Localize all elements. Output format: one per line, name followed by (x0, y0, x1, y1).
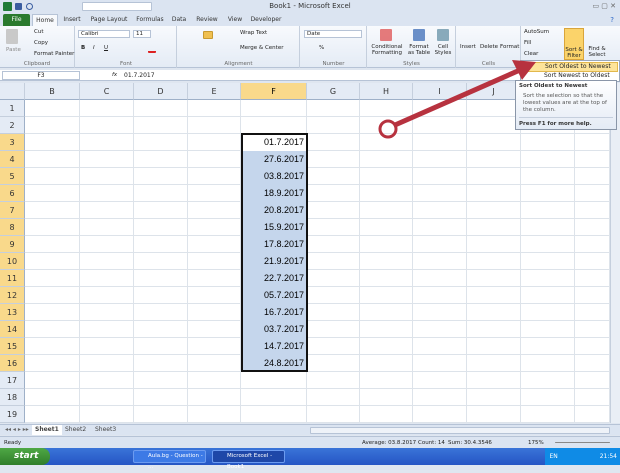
annotation-line (393, 67, 522, 128)
annotation-circle (378, 119, 398, 139)
annotation-arrow (378, 60, 536, 139)
